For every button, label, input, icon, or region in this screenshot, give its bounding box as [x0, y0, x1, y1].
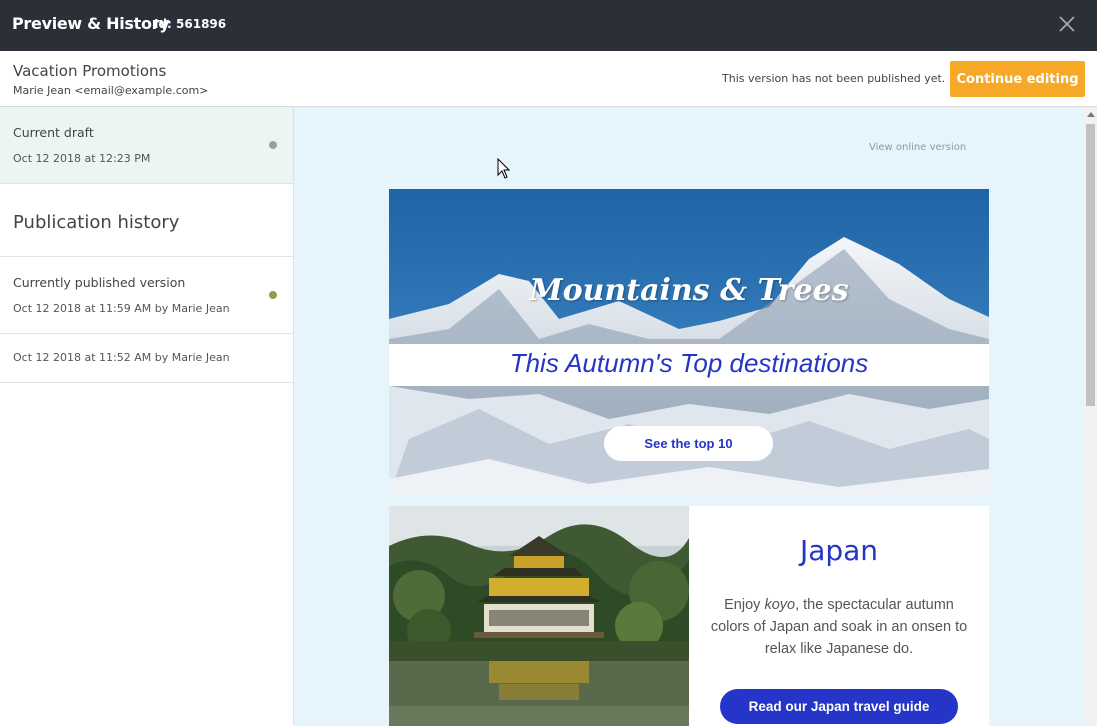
japan-description: Enjoy koyo, the spectacular autumn color… — [710, 597, 968, 657]
sidebar-item-published-version[interactable]: Currently published version Oct 12 2018 … — [0, 257, 293, 334]
continue-editing-button[interactable]: Continue editing — [950, 61, 1085, 97]
version-sidebar: Current draft Oct 12 2018 at 12:23 PM Pu… — [0, 107, 294, 726]
mouse-cursor-icon — [497, 158, 511, 179]
campaign-id: Id: 561896 — [154, 17, 227, 31]
scroll-up-arrow-icon[interactable] — [1087, 112, 1095, 117]
draft-date: Oct 12 2018 at 12:23 PM — [13, 152, 151, 165]
hero-subtitle: This Autumn's Top destinations — [509, 348, 869, 378]
sender-info: Marie Jean <email@example.com> — [13, 84, 209, 97]
dialog-title: Preview & History — [12, 14, 170, 33]
preview-scrollbar[interactable] — [1084, 107, 1097, 726]
japan-guide-button[interactable]: Read our Japan travel guide — [720, 689, 958, 724]
campaign-name: Vacation Promotions — [13, 62, 167, 80]
top-bar: Preview & History Id: 561896 — [0, 0, 1097, 51]
published-status-dot — [269, 291, 277, 299]
japan-temple-image — [389, 506, 689, 726]
campaign-header: Vacation Promotions Marie Jean <email@ex… — [0, 51, 1097, 107]
japan-koyo-emphasis: koyo — [764, 597, 796, 613]
email-preview: View online version Mountains & Trees Th… — [294, 107, 1084, 726]
scrollbar-thumb[interactable] — [1086, 124, 1095, 406]
published-date: Oct 12 2018 at 11:59 AM by Marie Jean — [13, 302, 230, 315]
japan-section: Japan Enjoy koyo, the spectacular autumn… — [389, 506, 989, 726]
see-top-10-button[interactable]: See the top 10 — [604, 426, 773, 461]
hero-banner: Mountains & Trees This Autumn's Top dest… — [389, 189, 989, 496]
publish-status: This version has not been published yet. — [722, 72, 946, 85]
hero-title: Mountains & Trees — [529, 273, 849, 308]
draft-status-dot — [269, 141, 277, 149]
sidebar-item-older-version[interactable]: Oct 12 2018 at 11:52 AM by Marie Jean — [0, 334, 293, 383]
view-online-link[interactable]: View online version — [869, 142, 966, 153]
draft-label: Current draft — [13, 125, 94, 140]
japan-title: Japan — [799, 534, 879, 567]
close-icon[interactable] — [1054, 11, 1080, 37]
publication-history-heading: Publication history — [13, 212, 180, 233]
publication-history-section: Publication history — [0, 184, 293, 257]
published-label: Currently published version — [13, 275, 186, 290]
sidebar-item-current-draft[interactable]: Current draft Oct 12 2018 at 12:23 PM — [0, 107, 293, 184]
older-version-date: Oct 12 2018 at 11:52 AM by Marie Jean — [13, 351, 230, 364]
